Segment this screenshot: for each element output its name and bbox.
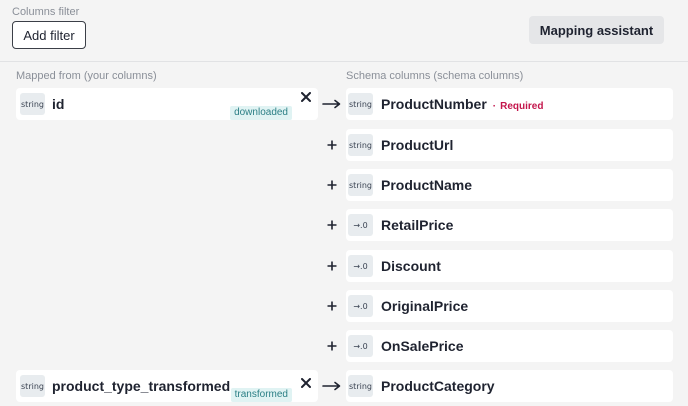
schema-column-name: ProductName <box>381 177 473 193</box>
schema-columns-header: Schema columns (schema columns) <box>346 70 524 82</box>
mapping-row: string ProductName <box>0 169 688 201</box>
plus-icon[interactable] <box>320 258 344 274</box>
schema-column-card[interactable]: string ProductName <box>346 169 673 201</box>
source-column-card[interactable]: string product_type_transformed transfor… <box>16 370 318 402</box>
string-type-badge: string <box>348 134 373 156</box>
schema-column-name: ProductCategory <box>381 378 495 394</box>
header-divider <box>0 61 688 62</box>
mapping-row: →.0 Discount <box>0 250 688 282</box>
number-type-badge: →.0 <box>348 335 373 357</box>
schema-column-card[interactable]: →.0 Discount <box>346 250 673 282</box>
source-column-name: id <box>52 96 65 112</box>
status-badge: transformed <box>230 388 292 402</box>
arrow-right-icon <box>320 378 344 394</box>
schema-column-label: ProductNumber <box>381 96 487 112</box>
add-filter-button[interactable]: Add filter <box>12 21 86 49</box>
plus-icon[interactable] <box>320 177 344 193</box>
mapping-row: string product_type_transformed transfor… <box>0 370 688 402</box>
source-column-card[interactable]: string id downloaded <box>16 88 318 120</box>
plus-icon[interactable] <box>320 338 344 354</box>
columns-filter-label: Columns filter <box>12 6 80 18</box>
schema-column-card[interactable]: string ProductUrl <box>346 129 673 161</box>
number-type-badge: →.0 <box>348 214 373 236</box>
string-type-badge: string <box>348 174 373 196</box>
string-type-badge: string <box>20 93 45 115</box>
string-type-badge: string <box>348 93 373 115</box>
schema-column-name: ProductNumber · Required <box>381 96 543 112</box>
mapping-assistant-button[interactable]: Mapping assistant <box>529 16 664 44</box>
source-column-name: product_type_transformed <box>52 378 231 394</box>
schema-column-card[interactable]: →.0 RetailPrice <box>346 209 673 241</box>
mapping-row: →.0 RetailPrice <box>0 209 688 241</box>
mapping-row: →.0 OriginalPrice <box>0 290 688 322</box>
source-columns-header: Mapped from (your columns) <box>16 70 157 82</box>
schema-column-name: Discount <box>381 258 441 274</box>
schema-column-name: RetailPrice <box>381 217 454 233</box>
schema-column-card[interactable]: →.0 OriginalPrice <box>346 290 673 322</box>
mapping-row: →.0 OnSalePrice <box>0 330 688 362</box>
number-type-badge: →.0 <box>348 295 373 317</box>
arrow-right-icon <box>320 96 344 112</box>
close-icon[interactable] <box>298 375 314 391</box>
schema-column-card[interactable]: string ProductNumber · Required <box>346 88 673 120</box>
plus-icon[interactable] <box>320 217 344 233</box>
required-indicator: · Required <box>492 101 544 112</box>
close-icon[interactable] <box>298 89 314 105</box>
status-badge: downloaded <box>230 106 292 120</box>
schema-column-name: OnSalePrice <box>381 338 464 354</box>
string-type-badge: string <box>20 375 45 397</box>
schema-column-name: OriginalPrice <box>381 298 469 314</box>
string-type-badge: string <box>348 375 373 397</box>
schema-column-card[interactable]: →.0 OnSalePrice <box>346 330 673 362</box>
schema-column-name: ProductUrl <box>381 137 454 153</box>
mapping-row: string ProductUrl <box>0 129 688 161</box>
mapping-row: string id downloaded string ProductNumbe… <box>0 88 688 120</box>
schema-column-card[interactable]: string ProductCategory <box>346 370 673 402</box>
number-type-badge: →.0 <box>348 255 373 277</box>
required-label: Required <box>500 101 544 112</box>
plus-icon[interactable] <box>320 298 344 314</box>
plus-icon[interactable] <box>320 137 344 153</box>
